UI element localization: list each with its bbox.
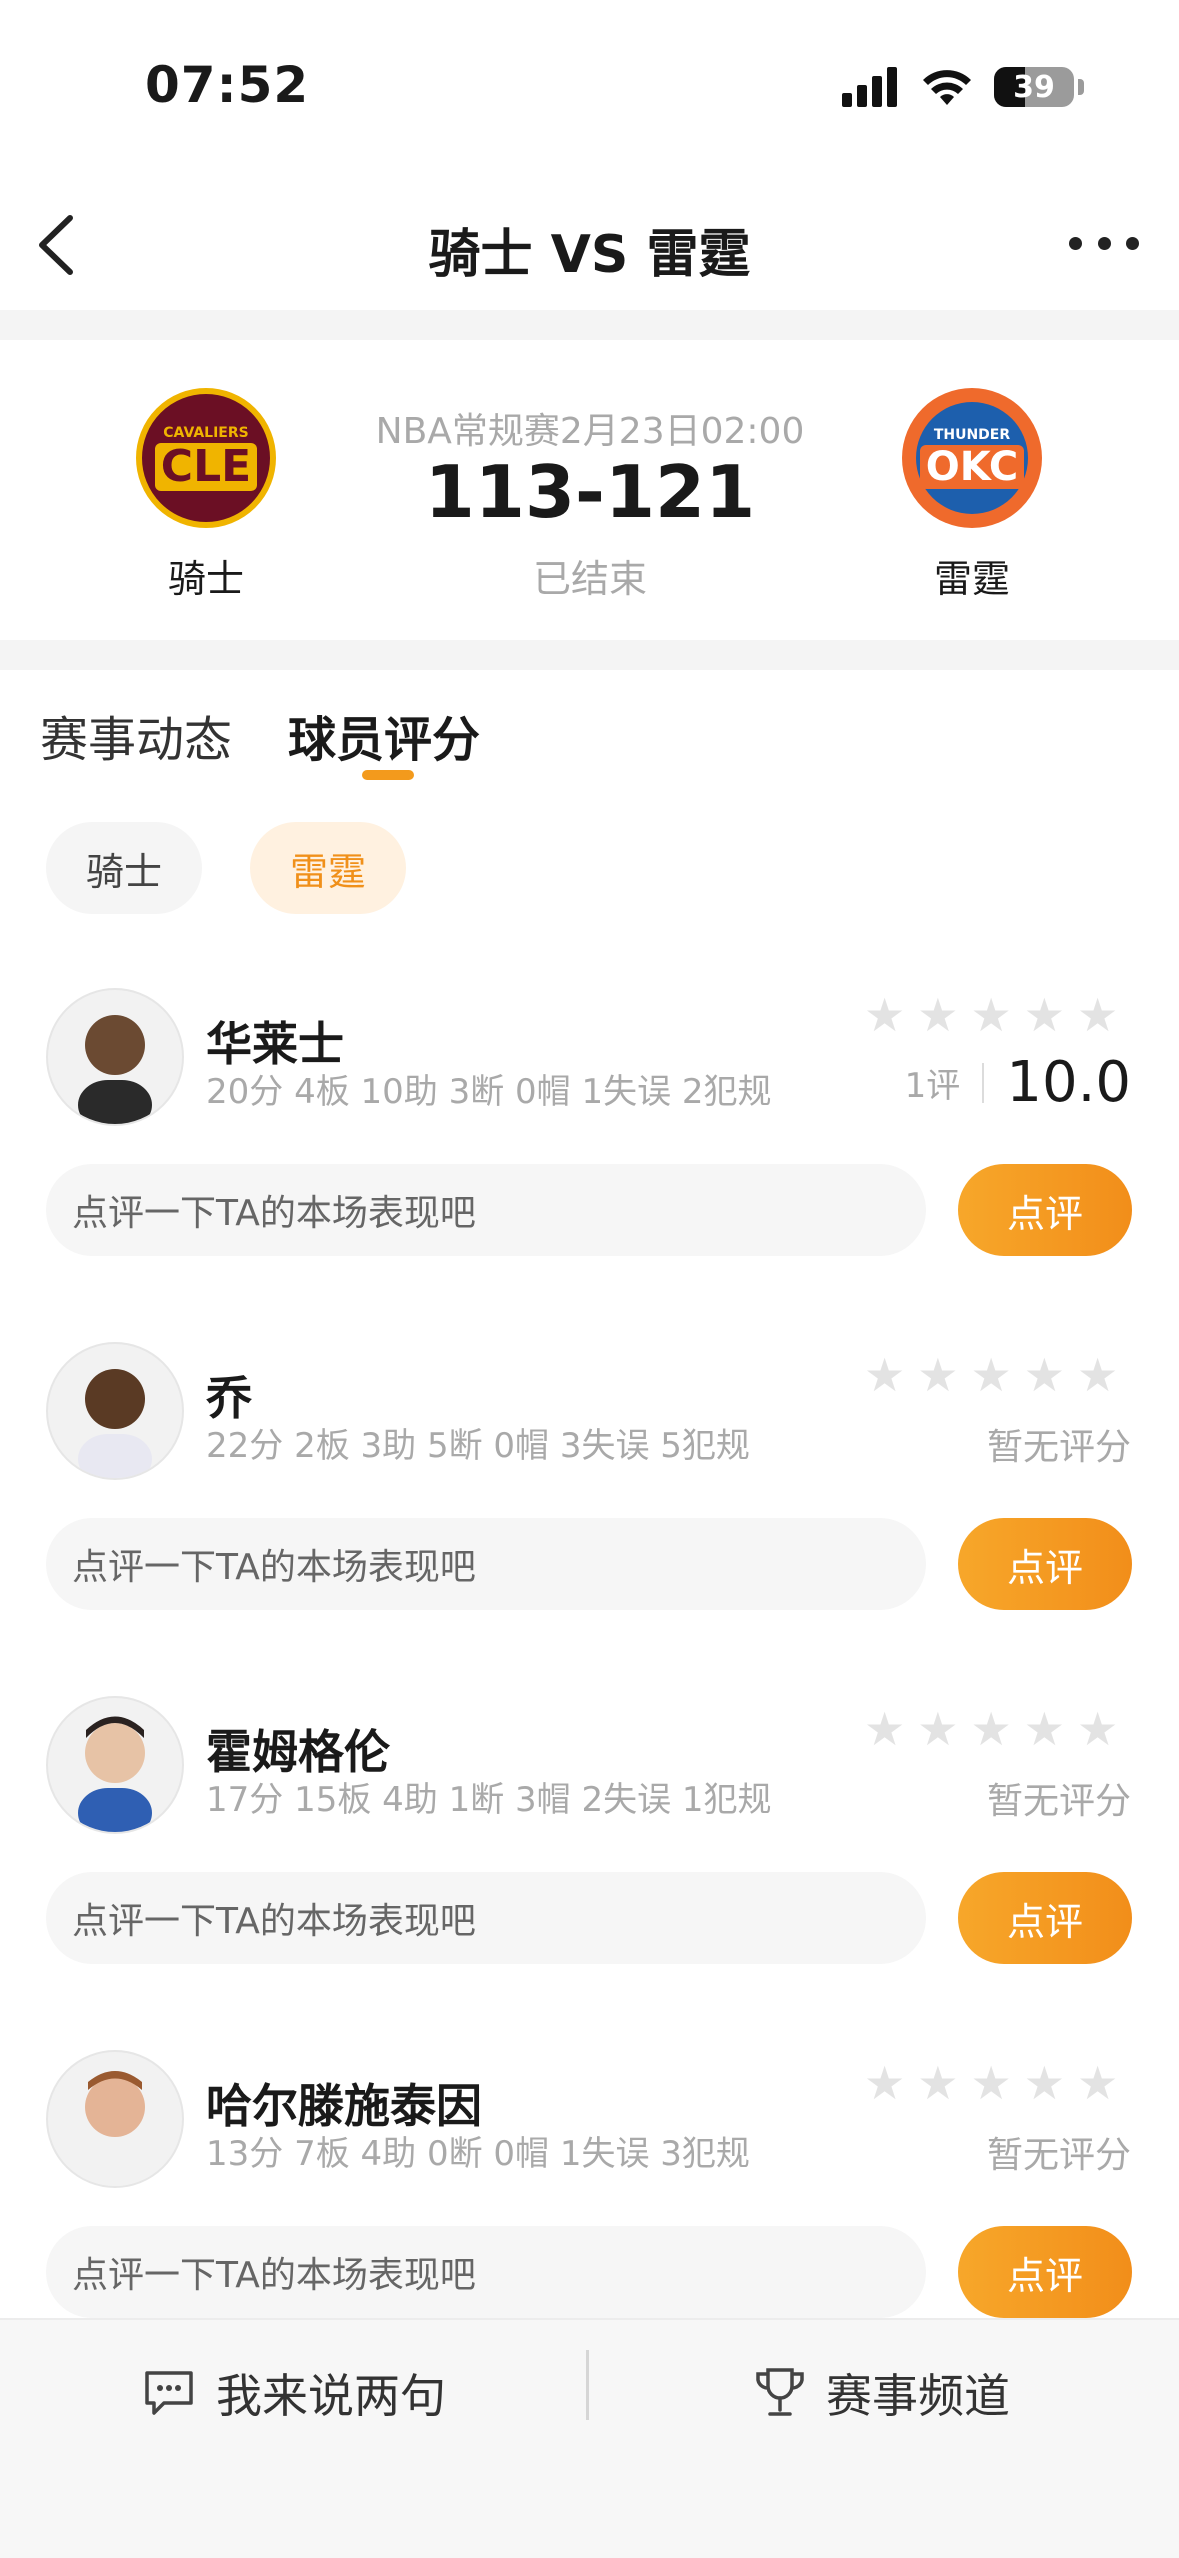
rating-count: 1评 xyxy=(904,1066,961,1106)
status-icons: 39 xyxy=(842,62,1084,112)
comment-input[interactable]: 点评一下TA的本场表现吧 xyxy=(46,1518,926,1610)
star-icon: ★ xyxy=(864,1702,906,1756)
star-icon: ★ xyxy=(917,1348,959,1402)
player-portrait-icon xyxy=(78,2071,152,2186)
more-dot-icon xyxy=(1097,236,1111,250)
bottom-bar xyxy=(0,2318,1179,2558)
battery-icon: 39 xyxy=(994,67,1074,107)
chat-bubble-icon xyxy=(145,2371,193,2415)
star-icon: ★ xyxy=(917,1702,959,1756)
match-channel-button[interactable]: 赛事频道 xyxy=(754,2358,1010,2428)
star-icon: ★ xyxy=(1023,1348,1065,1402)
page-title: 骑士 VS 雷霆 xyxy=(428,225,751,285)
comment-button[interactable]: 点评 xyxy=(958,1518,1132,1610)
star-icon: ★ xyxy=(1023,1702,1065,1756)
match-score: 113-121 xyxy=(424,450,756,534)
match-status: 已结束 xyxy=(532,557,647,601)
star-icon: ★ xyxy=(917,2056,959,2110)
tab-active-indicator xyxy=(362,770,414,780)
comment-input[interactable]: 点评一下TA的本场表现吧 xyxy=(46,2226,926,2318)
player-stats: 22分 2板 3助 5断 0帽 3失误 5犯规 xyxy=(206,1426,750,1466)
player-portrait-icon xyxy=(78,1369,152,1478)
section-divider xyxy=(0,310,1179,340)
no-rating-text: 暂无评分 xyxy=(986,2135,1131,2176)
comment-input[interactable]: 点评一下TA的本场表现吧 xyxy=(46,1164,926,1256)
away-logo-top: THUNDER xyxy=(933,427,1011,443)
player-stats: 13分 7板 4助 0断 0帽 1失误 3犯规 xyxy=(206,2134,750,2174)
star-icon: ★ xyxy=(1077,2056,1119,2110)
no-rating-text: 暂无评分 xyxy=(986,1427,1131,1468)
comment-button[interactable]: 点评 xyxy=(958,2226,1132,2318)
player-avatar[interactable] xyxy=(46,1342,184,1480)
more-dot-icon xyxy=(1126,236,1139,250)
status-time: 07:52 xyxy=(145,56,310,114)
comment-input[interactable]: 点评一下TA的本场表现吧 xyxy=(46,1872,926,1964)
player-portrait-icon xyxy=(78,1716,152,1832)
star-icon: ★ xyxy=(970,1702,1012,1756)
player-avatar[interactable] xyxy=(46,988,184,1126)
star-icon: ★ xyxy=(1077,988,1119,1042)
rating-summary: 1评 10.0 xyxy=(905,1050,1131,1115)
star-icon: ★ xyxy=(1077,1348,1119,1402)
home-team-name: 骑士 xyxy=(167,557,244,601)
rating-separator xyxy=(982,1062,985,1103)
star-icon: ★ xyxy=(864,988,906,1042)
rating-stars[interactable]: ★ ★ ★ ★ ★ xyxy=(864,1706,1118,1752)
match-channel-label: 赛事频道 xyxy=(826,2369,1010,2423)
home-team-logo[interactable]: CAVALIERS CLE xyxy=(136,388,276,528)
star-icon: ★ xyxy=(917,988,959,1042)
signal-icon xyxy=(842,67,897,107)
star-icon: ★ xyxy=(970,2056,1012,2110)
rating-stars[interactable]: ★ ★ ★ ★ ★ xyxy=(864,992,1118,1038)
player-stats: 17分 15板 4助 1断 3帽 2失误 1犯规 xyxy=(206,1780,772,1820)
player-card: 哈尔滕施泰因 13分 7板 4助 0断 0帽 1失误 3犯规 ★ ★ ★ ★ ★ 暂无评… xyxy=(0,2042,1179,2342)
star-icon: ★ xyxy=(970,988,1012,1042)
comment-button[interactable]: 点评 xyxy=(958,1872,1132,1964)
away-team-logo[interactable]: THUNDER OKC xyxy=(902,388,1042,528)
away-team-name: 雷霆 xyxy=(933,557,1010,601)
star-icon: ★ xyxy=(864,1348,906,1402)
player-avatar[interactable] xyxy=(46,1696,184,1834)
write-comment-button[interactable]: 我来说两句 xyxy=(142,2358,446,2428)
trophy-icon xyxy=(756,2368,804,2416)
rating-stars[interactable]: ★ ★ ★ ★ ★ xyxy=(864,1352,1118,1398)
write-comment-label: 我来说两句 xyxy=(216,2369,446,2423)
star-icon: ★ xyxy=(1023,988,1065,1042)
bottom-divider xyxy=(586,2350,589,2420)
away-logo-inner: THUNDER OKC xyxy=(916,402,1028,514)
more-button[interactable] xyxy=(1069,228,1139,258)
rating-score: 10.0 xyxy=(1006,1050,1131,1115)
away-logo-main: OKC xyxy=(919,445,1025,489)
player-stats: 20分 4板 10助 3断 0帽 1失误 2犯规 xyxy=(206,1072,772,1112)
tab-player-ratings[interactable]: 球员评分 xyxy=(288,700,480,770)
player-card: 华莱士 20分 4板 10助 3断 0帽 1失误 2犯规 ★ ★ ★ ★ ★ 1评 10… xyxy=(0,980,1179,1280)
player-avatar[interactable] xyxy=(46,2050,184,2188)
team-filter-thunder[interactable]: 雷霆 xyxy=(250,822,407,914)
star-icon: ★ xyxy=(1023,2056,1065,2110)
more-dot-icon xyxy=(1069,236,1082,250)
section-divider xyxy=(0,640,1179,670)
home-logo-main: CLE xyxy=(154,443,258,491)
player-card: 乔 22分 2板 3助 5断 0帽 3失误 5犯规 ★ ★ ★ ★ ★ 暂无评分 点评一… xyxy=(0,1334,1179,1634)
battery-level: 39 xyxy=(1013,69,1055,105)
player-card: 霍姆格伦 17分 15板 4助 1断 3帽 2失误 1犯规 ★ ★ ★ ★ ★ 暂无评分… xyxy=(0,1688,1179,1988)
home-logo-top: CAVALIERS xyxy=(163,425,249,441)
star-icon: ★ xyxy=(970,1348,1012,1402)
match-meta: NBA常规赛2月23日02:00 xyxy=(375,411,805,452)
tab-match-events[interactable]: 赛事动态 xyxy=(40,700,232,770)
star-icon: ★ xyxy=(1077,1702,1119,1756)
rating-stars[interactable]: ★ ★ ★ ★ ★ xyxy=(864,2060,1118,2106)
team-filter-cavaliers[interactable]: 骑士 xyxy=(46,822,203,914)
battery-cap xyxy=(1078,79,1084,95)
star-icon: ★ xyxy=(864,2056,906,2110)
no-rating-text: 暂无评分 xyxy=(986,1781,1131,1822)
wifi-icon xyxy=(923,70,971,105)
comment-button[interactable]: 点评 xyxy=(958,1164,1132,1256)
player-portrait-icon xyxy=(78,1015,152,1124)
